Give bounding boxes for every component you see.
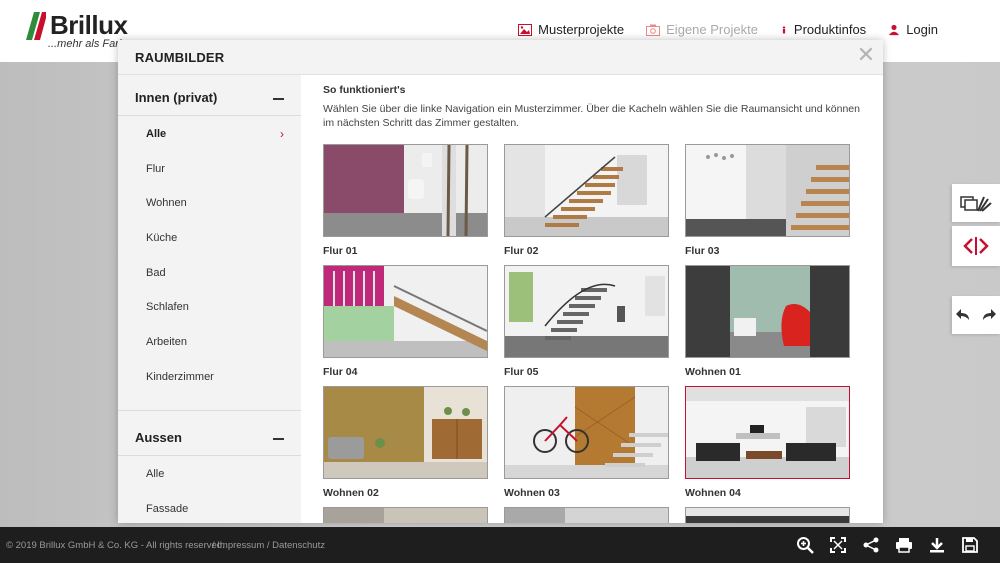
sidebar-item-arbeiten[interactable]: Arbeiten (118, 324, 301, 359)
collapse-icon[interactable] (273, 98, 284, 100)
room-tile-label: Wohnen 03 (504, 487, 560, 499)
close-icon[interactable]: ✕ (855, 42, 877, 68)
nav-musterprojekte[interactable]: Musterprojekte (518, 22, 624, 37)
room-tile[interactable]: Flur 04 (323, 265, 488, 378)
room-thumbnail (504, 265, 669, 358)
room-category-sidebar: Innen (privat) Alle › Flur Wohnen Küche B… (118, 75, 301, 523)
room-tile-label: Wohnen 02 (323, 487, 379, 499)
zoom-icon[interactable] (795, 536, 815, 554)
footer-toolbar (795, 536, 980, 554)
nav-eigene-projekte[interactable]: Eigene Projekte (646, 22, 758, 37)
nav-produktinfos[interactable]: Produktinfos (780, 22, 866, 37)
logo-mark-icon (26, 12, 46, 40)
nav-label: Musterprojekte (538, 22, 625, 37)
color-fan-tool[interactable] (952, 184, 1000, 222)
room-thumbnail (323, 507, 488, 523)
sidebar-item-schlafen[interactable]: Schlafen (118, 289, 301, 324)
sidebar-item-wohnen[interactable]: Wohnen (118, 185, 301, 220)
sidebar-section-innen: Innen (privat) Alle › Flur Wohnen Küche B… (118, 75, 301, 411)
how-it-works-title: So funktioniert's (323, 84, 406, 96)
fullscreen-icon[interactable] (828, 536, 848, 554)
room-tile-label: Flur 03 (685, 245, 720, 257)
room-tile[interactable]: Flur 02 (504, 144, 669, 257)
room-tile[interactable]: Flur 03 (685, 144, 850, 257)
nav-login[interactable]: Login (888, 22, 938, 37)
sidebar-item-flur[interactable]: Flur (118, 151, 301, 186)
sidebar-item-alle[interactable]: Alle › (118, 116, 301, 151)
room-thumbnail (504, 144, 669, 237)
raumbilder-modal: RAUMBILDER ✕ Innen (privat) Alle › Flur W… (118, 40, 883, 523)
room-tile[interactable]: Wohnen 02 (323, 386, 488, 499)
room-tiles-panel: So funktioniert's Wählen Sie über die li… (301, 75, 883, 523)
undo-icon[interactable] (955, 308, 971, 322)
room-tile-partial[interactable] (504, 507, 669, 523)
image-icon (518, 23, 533, 36)
compare-tool[interactable] (952, 226, 1000, 266)
room-tile-label: Wohnen 04 (685, 487, 741, 499)
room-tile[interactable]: Wohnen 03 (504, 386, 669, 499)
room-tile-label: Flur 01 (323, 245, 358, 257)
sidebar-section-title: Aussen (135, 430, 182, 445)
room-tile-label: Flur 04 (323, 366, 358, 378)
camera-icon (646, 24, 661, 36)
modal-header: RAUMBILDER ✕ (118, 40, 883, 75)
sidebar-section-title: Innen (privat) (135, 90, 218, 105)
share-icon[interactable] (861, 536, 881, 554)
collapse-icon[interactable] (273, 438, 284, 440)
top-navigation: Musterprojekte Eigene Projekte Produktin… (518, 22, 938, 37)
room-tile[interactable]: Flur 05 (504, 265, 669, 378)
undo-redo-tool (952, 296, 1000, 334)
room-thumbnail (685, 386, 850, 479)
nav-label: Eigene Projekte (666, 22, 758, 37)
footer-bar: © 2019 Brillux GmbH & Co. KG - All right… (0, 527, 1000, 563)
nav-label: Login (906, 22, 938, 37)
room-thumbnail (504, 507, 669, 523)
room-tile-label: Wohnen 01 (685, 366, 741, 378)
modal-title: RAUMBILDER (135, 50, 225, 65)
room-thumbnail (685, 265, 850, 358)
compare-icon (963, 237, 989, 255)
nav-label: Produktinfos (793, 22, 867, 37)
sidebar-section-header[interactable]: Aussen (118, 415, 301, 456)
download-icon[interactable] (927, 536, 947, 554)
room-tile-partial[interactable] (685, 507, 850, 523)
sidebar-section-header[interactable]: Innen (privat) (118, 75, 301, 116)
chevron-right-icon: › (280, 127, 284, 141)
sidebar-item-bad[interactable]: Bad (118, 255, 301, 290)
room-tile[interactable]: Flur 01 (323, 144, 488, 257)
sidebar-divider (118, 409, 301, 411)
room-tile[interactable]: Wohnen 01 (685, 265, 850, 378)
room-tile-selected[interactable]: Wohnen 04 (685, 386, 850, 499)
footer-links[interactable]: / Impressum / Datenschutz (212, 540, 325, 551)
sidebar-item-aussen-alle[interactable]: Alle (118, 456, 301, 491)
room-thumbnail (685, 144, 850, 237)
room-thumbnail (323, 265, 488, 358)
room-tile-partial[interactable] (323, 507, 488, 523)
info-icon (782, 26, 786, 33)
room-thumbnail (685, 507, 850, 523)
how-it-works-text: Wählen Sie über die linke Navigation ein… (323, 103, 860, 129)
color-fan-icon (960, 196, 992, 212)
copyright-text: © 2019 Brillux GmbH & Co. KG - All right… (6, 540, 225, 551)
room-tile-label: Flur 05 (504, 366, 539, 378)
user-icon (889, 24, 900, 35)
sidebar-item-kinderzimmer[interactable]: Kinderzimmer (118, 359, 301, 394)
room-thumbnail (504, 386, 669, 479)
print-icon[interactable] (894, 536, 914, 554)
logo-text: Brillux (50, 10, 128, 40)
sidebar-item-fassade[interactable]: Fassade (118, 491, 301, 523)
sidebar-item-kueche[interactable]: Küche (118, 220, 301, 255)
room-tile-label: Flur 02 (504, 245, 539, 257)
redo-icon[interactable] (981, 308, 997, 322)
save-icon[interactable] (960, 536, 980, 554)
room-thumbnail (323, 386, 488, 479)
sidebar-section-aussen: Aussen Alle Fassade (118, 415, 301, 523)
room-thumbnail (323, 144, 488, 237)
